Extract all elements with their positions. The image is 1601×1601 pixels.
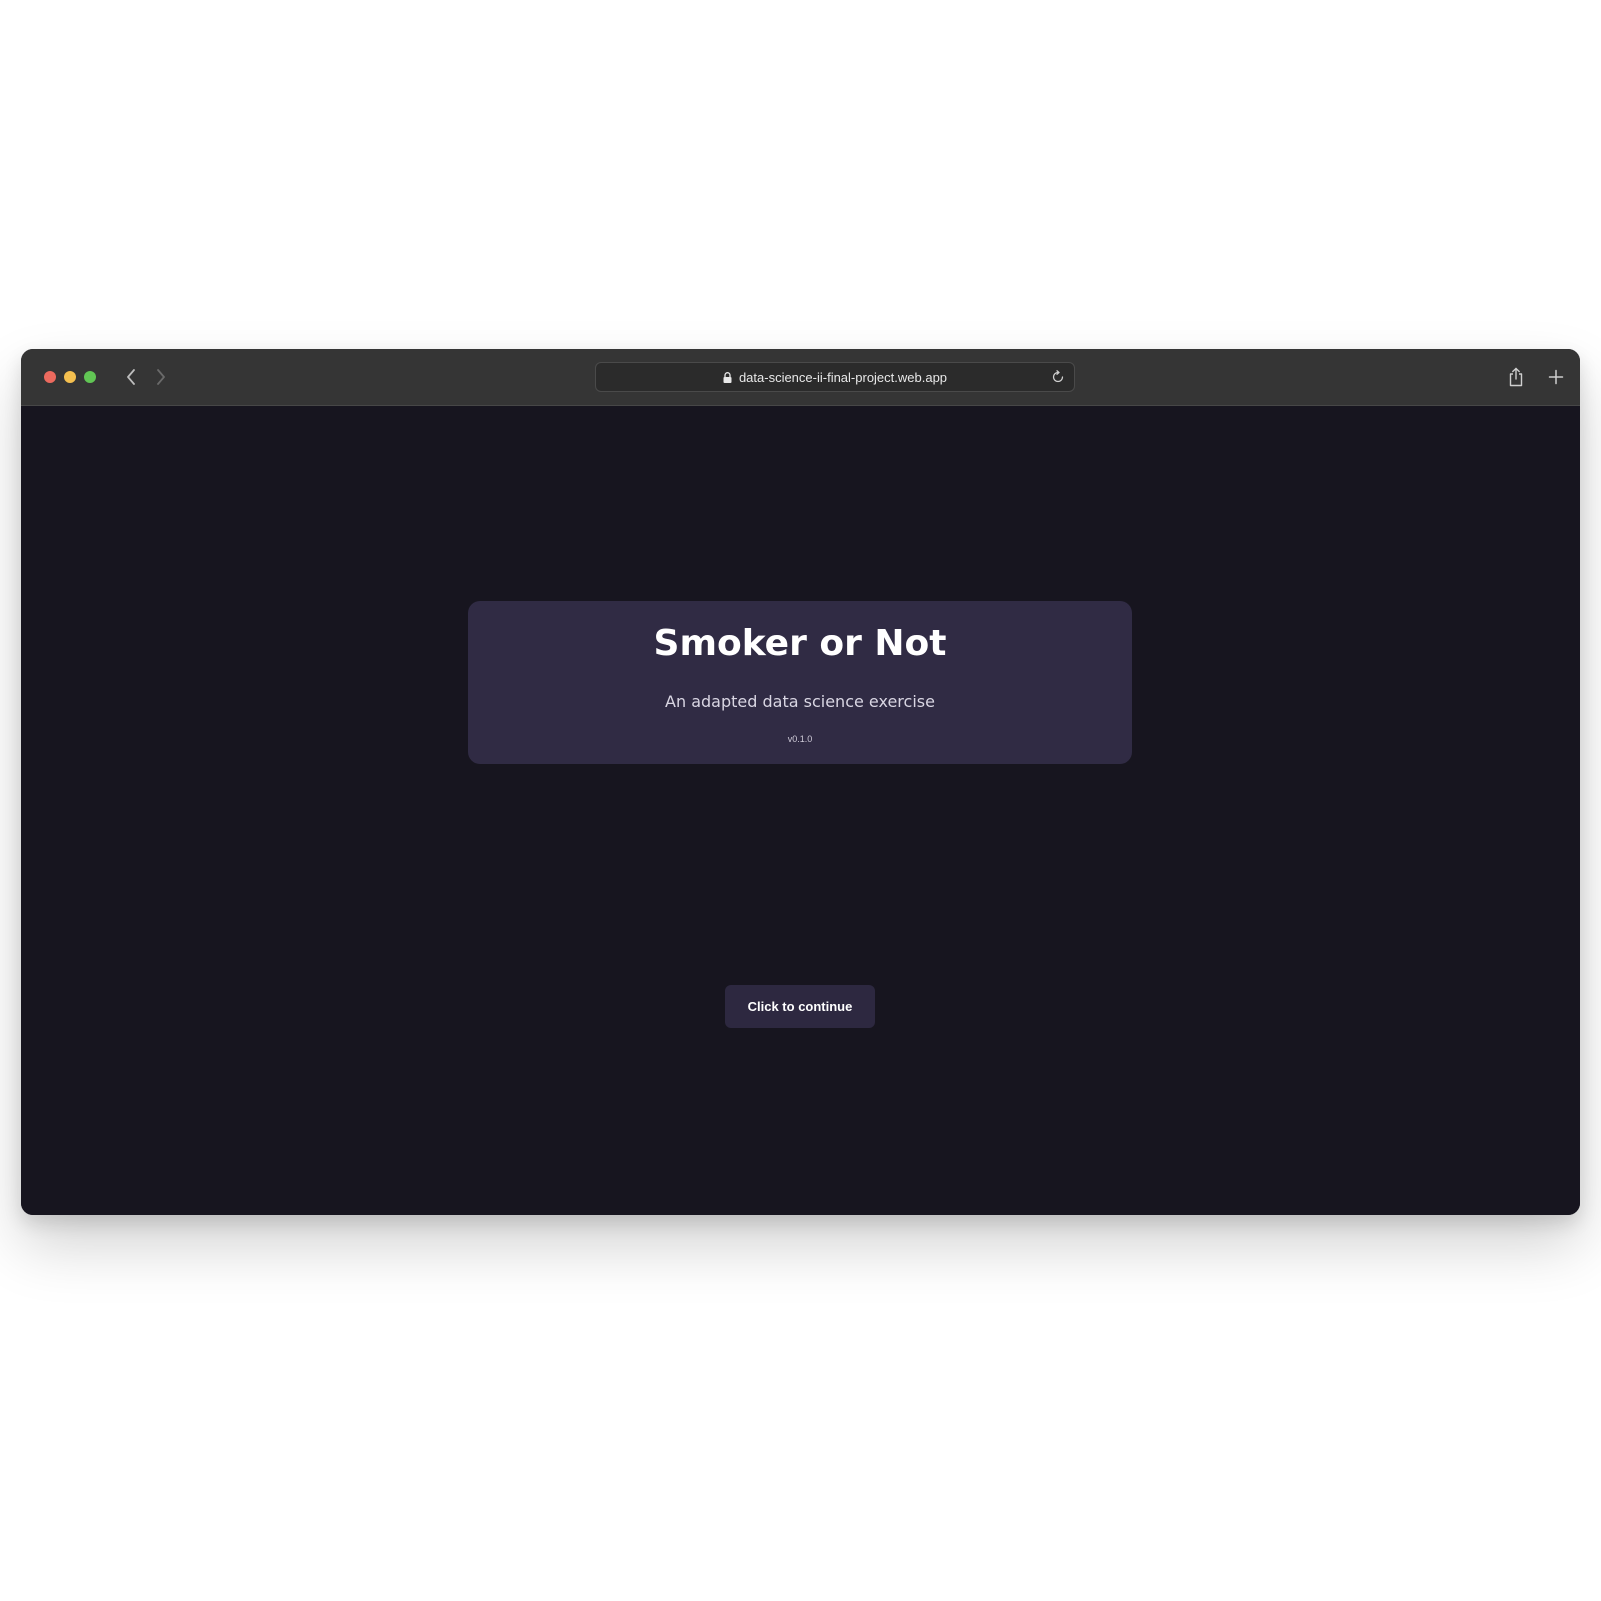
- reload-icon: [1052, 370, 1064, 383]
- page-content: Smoker or Not An adapted data science ex…: [21, 406, 1580, 1215]
- maximize-window-button[interactable]: [84, 371, 96, 383]
- intro-card: Smoker or Not An adapted data science ex…: [468, 601, 1132, 764]
- browser-window: data-science-ii-final-project.web.app Sm…: [21, 349, 1580, 1215]
- new-tab-button[interactable]: [1543, 364, 1569, 390]
- browser-toolbar: data-science-ii-final-project.web.app: [21, 349, 1580, 406]
- plus-icon: [1548, 369, 1564, 385]
- url-text: data-science-ii-final-project.web.app: [738, 369, 948, 385]
- close-window-button[interactable]: [44, 371, 56, 383]
- minimize-window-button[interactable]: [64, 371, 76, 383]
- lock-icon: [723, 371, 732, 383]
- address-bar[interactable]: data-science-ii-final-project.web.app: [595, 362, 1075, 392]
- version-label: v0.1.0: [787, 734, 813, 744]
- page-title: Smoker or Not: [653, 623, 947, 664]
- share-icon: [1509, 367, 1523, 387]
- chevron-left-icon: [127, 369, 135, 385]
- forward-button[interactable]: [149, 365, 173, 389]
- share-button[interactable]: [1503, 364, 1529, 390]
- chevron-right-icon: [157, 369, 165, 385]
- page-subtitle: An adapted data science exercise: [665, 692, 935, 711]
- continue-button[interactable]: Click to continue: [725, 985, 875, 1028]
- back-button[interactable]: [119, 365, 143, 389]
- reload-button[interactable]: [1050, 369, 1066, 385]
